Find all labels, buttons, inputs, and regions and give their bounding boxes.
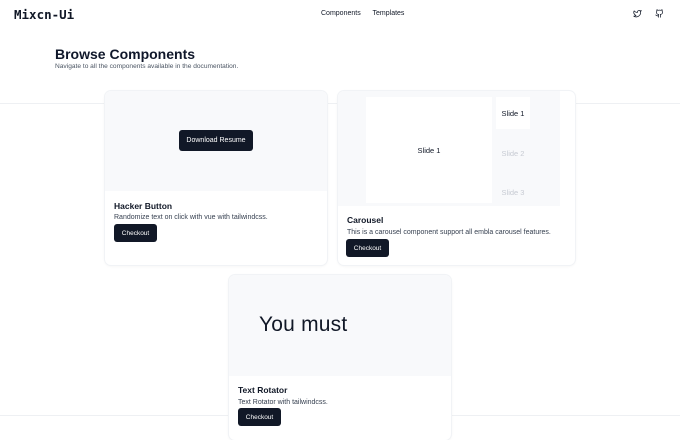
carousel-thumb[interactable]: Slide 3 [496, 176, 530, 208]
card-title: Text Rotator [238, 385, 288, 395]
card-description: This is a carousel component support all… [347, 229, 551, 236]
card-hacker-button: Download Resume Hacker Button Randomize … [105, 91, 327, 265]
card-description: Text Rotator with tailwindcss. [238, 399, 328, 406]
github-icon[interactable] [655, 9, 664, 18]
main-nav: Components Templates [321, 10, 414, 17]
nav-link-components[interactable]: Components [321, 10, 361, 17]
page-subtitle: Navigate to all the components available… [55, 63, 239, 70]
top-navbar: Mixcn-Ui Components Templates [0, 0, 680, 30]
checkout-button[interactable]: Checkout [346, 239, 389, 257]
card-title: Carousel [347, 215, 384, 225]
carousel-slide-main: Slide 1 [366, 97, 492, 203]
card-text-rotator: You must Text Rotator Text Rotator with … [229, 275, 451, 440]
rotating-text: You must [259, 313, 348, 336]
carousel-thumb[interactable]: Slide 2 [496, 137, 530, 169]
download-resume-button[interactable]: Download Resume [179, 130, 253, 151]
checkout-button[interactable]: Checkout [238, 408, 281, 426]
carousel-thumb-active[interactable]: Slide 1 [496, 97, 530, 129]
logo[interactable]: Mixcn-Ui [14, 7, 74, 22]
nav-link-templates[interactable]: Templates [373, 10, 405, 17]
twitter-icon[interactable] [633, 9, 642, 18]
card-carousel: Slide 1 Slide 1 Slide 2 Slide 3 Carousel… [338, 91, 575, 265]
card-title: Hacker Button [114, 201, 173, 211]
checkout-button[interactable]: Checkout [114, 224, 157, 242]
page-title: Browse Components [55, 46, 196, 62]
social-links [633, 9, 664, 18]
card-description: Randomize text on click with vue with ta… [114, 214, 268, 221]
